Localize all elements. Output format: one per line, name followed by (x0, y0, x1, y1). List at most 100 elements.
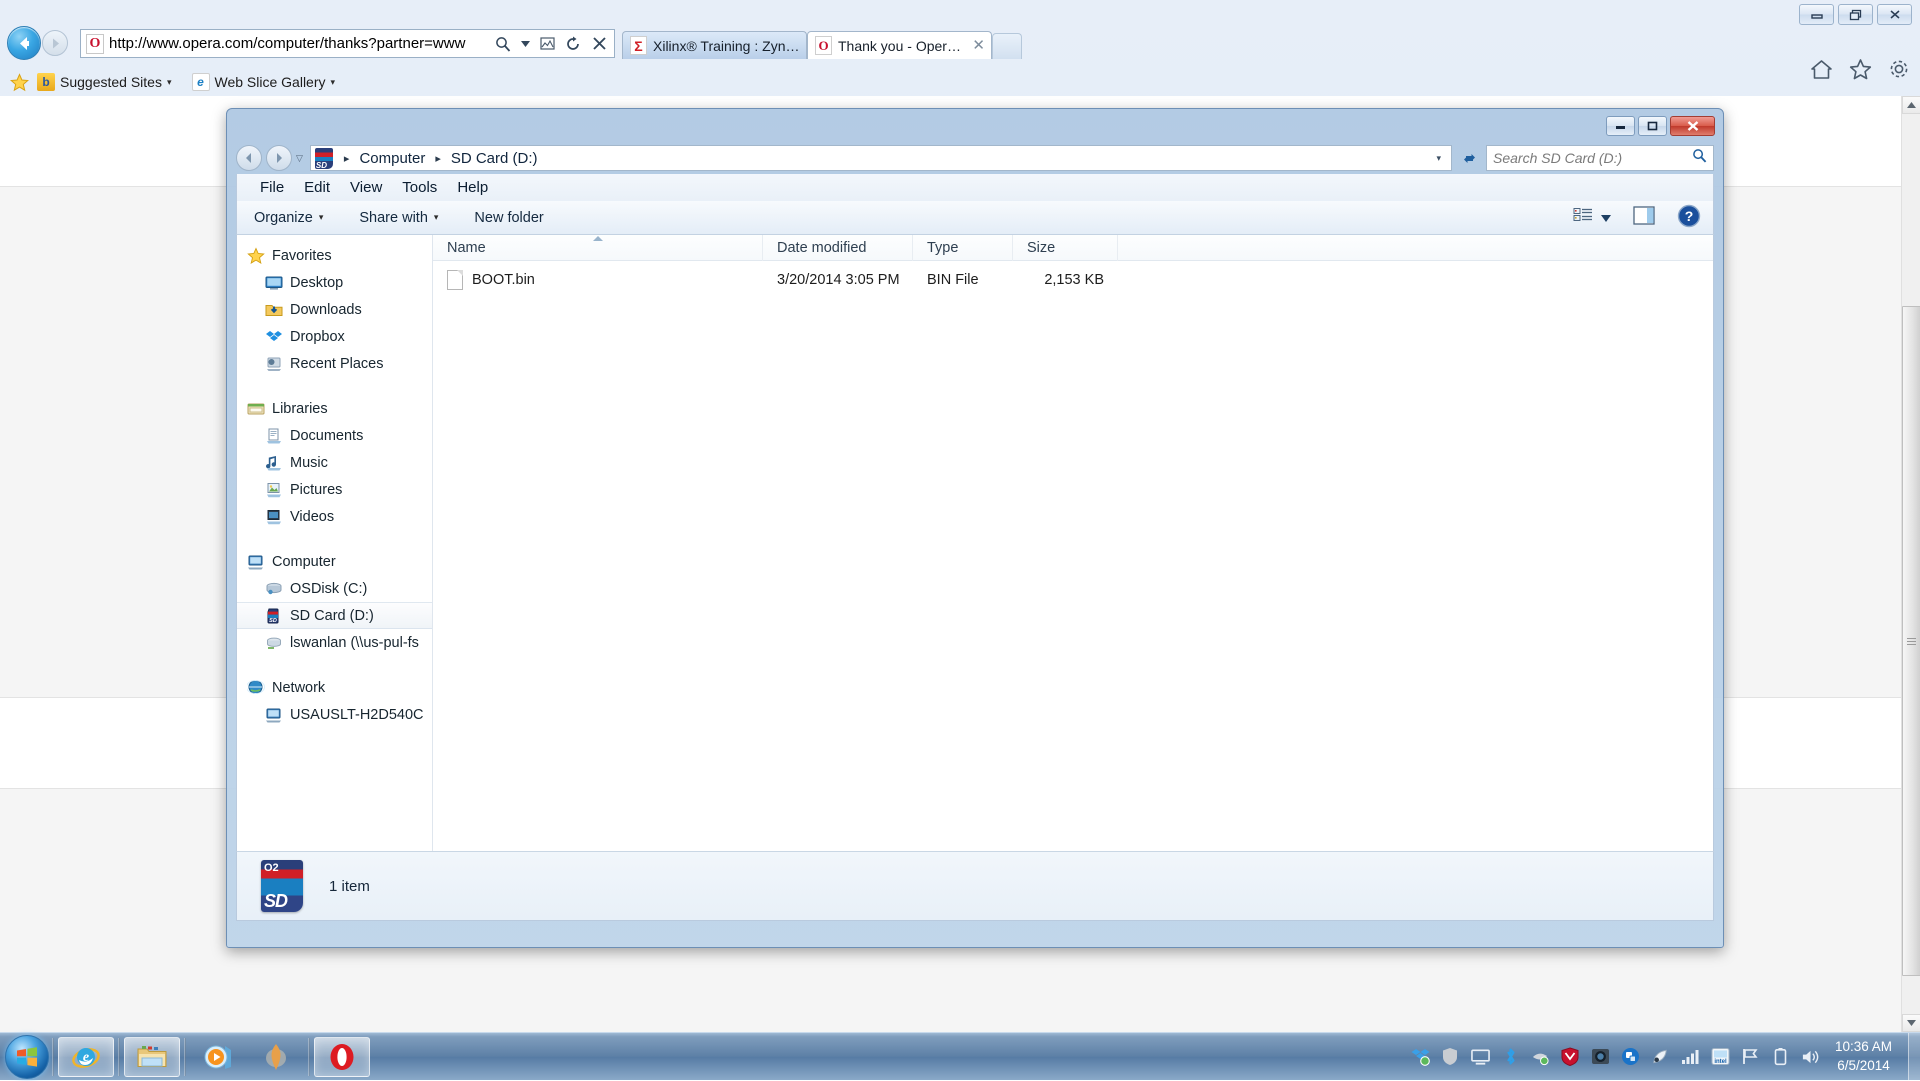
view-chevron-down-icon[interactable] (1597, 210, 1621, 226)
breadcrumb-separator[interactable]: ▸ (344, 152, 350, 165)
refresh-icon[interactable] (1456, 145, 1482, 171)
taskbar-internet-explorer[interactable]: e (58, 1037, 114, 1077)
tray-sync-icon[interactable] (1621, 1047, 1640, 1066)
tray-camera-icon[interactable] (1591, 1047, 1610, 1066)
refresh-icon[interactable] (560, 31, 586, 56)
tray-intel-icon[interactable]: intel (1711, 1047, 1730, 1066)
sidebar-item-videos[interactable]: Videos (237, 503, 432, 530)
search-input[interactable]: Search SD Card (D:) (1486, 145, 1714, 171)
explorer-title-bar[interactable] (232, 114, 1718, 142)
search-icon[interactable] (1692, 148, 1707, 168)
browser-restore-button[interactable] (1838, 4, 1873, 25)
share-with-button[interactable]: Share with ▾ (348, 205, 449, 231)
tray-satellite-icon[interactable] (1651, 1047, 1670, 1066)
view-list-icon[interactable] (1573, 207, 1593, 229)
favorites-item-web-slice-gallery[interactable]: e Web Slice Gallery ▾ (188, 72, 340, 92)
new-folder-button[interactable]: New folder (463, 205, 554, 231)
tray-volume-icon[interactable] (1801, 1047, 1820, 1066)
taskbar-unknown-app[interactable] (248, 1037, 304, 1077)
search-icon[interactable] (490, 31, 516, 56)
file-list-view[interactable]: Name Date modified Type Size BOOT.bin (433, 235, 1713, 851)
taskbar-windows-explorer[interactable] (124, 1037, 180, 1077)
breadcrumb-separator[interactable]: ▸ (435, 152, 441, 165)
chevron-down-icon[interactable]: ▾ (331, 77, 336, 88)
browser-close-button[interactable] (1877, 4, 1912, 25)
address-bar-text[interactable]: http://www.opera.com/computer/thanks?par… (109, 35, 490, 52)
favorites-item-suggested-sites[interactable]: b Suggested Sites ▾ (33, 72, 176, 92)
file-name-cell[interactable]: BOOT.bin (433, 270, 763, 290)
scroll-up-arrow-icon[interactable] (1902, 96, 1920, 114)
explorer-minimize-button[interactable] (1606, 116, 1635, 136)
tray-display-icon[interactable] (1471, 1047, 1490, 1066)
sidebar-item-music[interactable]: Music (237, 449, 432, 476)
menu-help[interactable]: Help (448, 176, 497, 199)
column-header-type[interactable]: Type (913, 235, 1013, 261)
sidebar-item-desktop[interactable]: Desktop (237, 269, 432, 296)
menu-tools[interactable]: Tools (393, 176, 446, 199)
compatibility-view-icon[interactable] (534, 31, 560, 56)
column-header-name[interactable]: Name (433, 235, 763, 261)
preview-pane-icon[interactable] (1625, 206, 1663, 229)
sidebar-item-network[interactable]: Network (237, 674, 432, 701)
browser-tab-xilinx[interactable]: Xilinx® Training : Zynq... (622, 31, 807, 59)
sidebar-item-favorites[interactable]: Favorites (237, 242, 432, 269)
breadcrumb[interactable]: ▸ Computer ▸ SD Card (D:) ▾ (310, 145, 1452, 171)
recent-locations-chevron-icon[interactable]: ▽ (296, 153, 303, 164)
tray-dropbox-icon[interactable] (1411, 1047, 1430, 1066)
tray-action-flag-icon[interactable] (1741, 1047, 1760, 1066)
chevron-down-icon[interactable]: ▾ (167, 77, 172, 88)
menu-file[interactable]: File (251, 176, 293, 199)
back-arrow-icon[interactable] (7, 26, 41, 60)
tab-close-icon[interactable]: ✕ (972, 38, 985, 53)
scroll-down-arrow-icon[interactable] (1902, 1014, 1920, 1032)
explorer-forward-button[interactable] (266, 145, 292, 171)
chevron-down-icon[interactable] (516, 31, 534, 56)
menu-edit[interactable]: Edit (295, 176, 339, 199)
stop-icon[interactable] (586, 31, 612, 56)
sidebar-item-network-share[interactable]: lswanlan (\\us-pul-fs (237, 629, 432, 656)
menu-view[interactable]: View (341, 176, 391, 199)
sidebar-item-recent-places[interactable]: Recent Places (237, 350, 432, 377)
sidebar-item-downloads[interactable]: Downloads (237, 296, 432, 323)
forward-arrow-icon[interactable] (42, 30, 68, 56)
favorites-star-icon[interactable] (10, 73, 29, 92)
tray-device-icon[interactable] (1531, 1047, 1550, 1066)
explorer-close-button[interactable] (1670, 116, 1715, 136)
show-desktop-button[interactable] (1908, 1033, 1920, 1081)
column-header-size[interactable]: Size (1013, 235, 1118, 261)
tray-battery-icon[interactable] (1771, 1047, 1790, 1066)
sidebar-item-computer[interactable]: Computer (237, 548, 432, 575)
address-bar[interactable]: http://www.opera.com/computer/thanks?par… (80, 29, 615, 58)
sidebar-item-documents[interactable]: Documents (237, 422, 432, 449)
breadcrumb-dropdown-icon[interactable]: ▾ (1430, 153, 1447, 164)
table-row[interactable]: BOOT.bin 3/20/2014 3:05 PM BIN File 2,15… (433, 261, 1713, 299)
explorer-back-button[interactable] (236, 145, 262, 171)
organize-button[interactable]: Organize ▾ (243, 205, 334, 231)
breadcrumb-item-computer[interactable]: Computer (356, 149, 428, 168)
browser-tab-opera-thankyou[interactable]: Thank you - Opera ... ✕ (807, 31, 992, 59)
sidebar-item-usauslt-h2d540c[interactable]: USAUSLT-H2D540C (237, 701, 432, 728)
browser-minimize-button[interactable] (1799, 4, 1834, 25)
taskbar-media-player[interactable] (190, 1037, 246, 1077)
sidebar-item-osdisk-c[interactable]: OSDisk (C:) (237, 575, 432, 602)
tray-network-signal-icon[interactable] (1681, 1047, 1700, 1066)
column-header-date-modified[interactable]: Date modified (763, 235, 913, 261)
sidebar-item-dropbox[interactable]: Dropbox (237, 323, 432, 350)
taskbar-opera[interactable] (314, 1037, 370, 1077)
help-icon[interactable]: ? (1667, 204, 1701, 232)
tray-bluetooth-icon[interactable] (1501, 1047, 1520, 1066)
tray-shield-icon[interactable] (1441, 1047, 1460, 1066)
page-scrollbar[interactable] (1901, 96, 1920, 1032)
sidebar-item-pictures[interactable]: Pictures (237, 476, 432, 503)
taskbar-clock[interactable]: 10:36 AM 6/5/2014 (1831, 1038, 1900, 1074)
sidebar-item-libraries[interactable]: Libraries (237, 395, 432, 422)
scrollbar-thumb[interactable] (1902, 306, 1920, 976)
navigation-pane[interactable]: Favorites Desktop Downloads Dropbox (237, 235, 433, 851)
windows-start-orb[interactable] (5, 1035, 49, 1079)
sidebar-item-sd-card-d[interactable]: SD SD Card (D:) (237, 602, 432, 629)
sidebar-item-label: Pictures (290, 482, 342, 498)
new-tab-button[interactable] (992, 33, 1022, 59)
explorer-maximize-button[interactable] (1638, 116, 1667, 136)
tray-mcafee-icon[interactable] (1561, 1047, 1580, 1066)
breadcrumb-item-sd-card[interactable]: SD Card (D:) (448, 149, 541, 168)
